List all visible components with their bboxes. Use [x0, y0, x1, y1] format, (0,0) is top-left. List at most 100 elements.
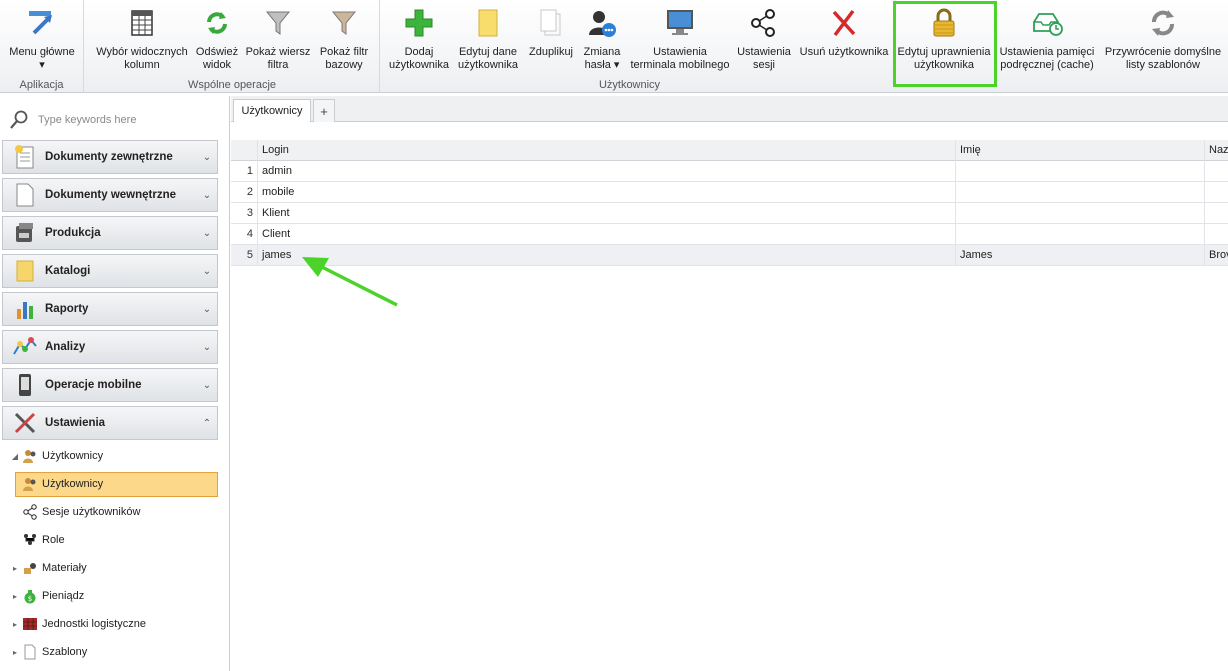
cell-nazwisko[interactable] [1205, 161, 1228, 182]
chevron-down-icon: ⌄ [202, 151, 212, 163]
panel-produkcja[interactable]: Produkcja ⌄ [2, 216, 218, 250]
ribbon-group-aplikacja: Menu główne ▾ Aplikacja [0, 0, 84, 93]
session-icon [22, 504, 38, 520]
panel-analizy[interactable]: Analizy ⌄ [2, 330, 218, 364]
row-number: 1 [231, 161, 258, 182]
chevron-down-icon: ⌄ [202, 265, 212, 277]
tree-item-jednostki-logistyczne[interactable]: ▸ Jednostki logistyczne [8, 612, 230, 636]
cell-nazwisko[interactable]: Brov [1205, 245, 1228, 266]
main-content: Użytkownicy + Login Imię Naz 1 admin 2 m… [231, 96, 1228, 671]
tree-item-szablony[interactable]: ▸ Szablony [8, 640, 230, 664]
external-documents-icon [11, 143, 39, 171]
session-settings-button[interactable]: Ustawienia sesji [735, 6, 793, 76]
cell-imie[interactable] [956, 224, 1205, 245]
row-number-header [231, 140, 258, 161]
restore-default-templates-button[interactable]: Przywrócenie domyślne listy szablonów [1101, 6, 1225, 76]
panel-raporty[interactable]: Raporty ⌄ [2, 292, 218, 326]
cache-settings-button[interactable]: Ustawienia pamięci podręcznej (cache) [999, 6, 1095, 76]
collapsed-arrow-icon: ▸ [12, 563, 17, 573]
column-header-login[interactable]: Login [258, 140, 956, 161]
duplicate-button[interactable]: Zduplikuj [526, 6, 576, 76]
panel-katalogi[interactable]: Katalogi ⌄ [2, 254, 218, 288]
column-header-imie[interactable]: Imię [956, 140, 1205, 161]
tree-item-uzytkownicy-group[interactable]: ◢ Użytkownicy [8, 444, 230, 468]
chevron-down-icon: ⌄ [202, 303, 212, 315]
cell-imie[interactable] [956, 161, 1205, 182]
cell-imie[interactable] [956, 203, 1205, 224]
session-icon [747, 6, 781, 40]
table-row[interactable]: 2 mobile [231, 182, 1228, 203]
column-chooser-button[interactable]: Wybór widocznych kolumn [91, 6, 193, 76]
cell-login[interactable]: Client [258, 224, 956, 245]
delete-user-button[interactable]: Usuń użytkownika [799, 6, 889, 76]
cell-imie[interactable]: James [956, 245, 1205, 266]
chevron-down-icon: ⌄ [202, 189, 212, 201]
tree-item-role[interactable]: Role [22, 528, 244, 552]
ribbon-toolbar: Menu główne ▾ Aplikacja Wybór widocznych… [0, 0, 1228, 93]
panel-ustawienia[interactable]: Ustawienia ⌃ [2, 406, 218, 440]
panel-dokumenty-wewnetrzne[interactable]: Dokumenty wewnętrzne ⌄ [2, 178, 218, 212]
column-header-nazwisko[interactable]: Naz [1205, 140, 1228, 161]
column-chooser-icon [125, 6, 159, 40]
templates-icon [22, 644, 38, 660]
panel-dokumenty-zewnetrzne[interactable]: Dokumenty zewnętrzne ⌄ [2, 140, 218, 174]
cell-login[interactable]: james [258, 245, 956, 266]
tree-item-pieniadz[interactable]: ▸ $ Pieniądz [8, 584, 230, 608]
refresh-button[interactable]: Odśwież widok [193, 6, 241, 76]
cell-login[interactable]: mobile [258, 182, 956, 203]
cell-nazwisko[interactable] [1205, 224, 1228, 245]
cell-login[interactable]: Klient [258, 203, 956, 224]
filter-row-button[interactable]: Pokaż wiersz filtra [243, 6, 313, 76]
table-row-selected[interactable]: 5 james James Brov [231, 245, 1228, 266]
cell-nazwisko[interactable] [1205, 182, 1228, 203]
reports-icon [11, 295, 39, 323]
tab-bar: Użytkownicy + [231, 96, 1228, 122]
edit-user-button[interactable]: Edytuj dane użytkownika [455, 6, 521, 76]
group-caption: Użytkownicy [598, 79, 661, 91]
duplicate-icon [534, 6, 568, 40]
table-row[interactable]: 4 Client [231, 224, 1228, 245]
chevron-down-icon: ⌄ [202, 227, 212, 239]
svg-text:$: $ [28, 595, 32, 603]
restore-icon [1146, 6, 1180, 40]
group-caption: Wspólne operacje [187, 79, 277, 91]
edit-icon [471, 6, 505, 40]
tree-item-sesje-uzytkownikow[interactable]: Sesje użytkowników [22, 500, 244, 524]
main-menu-button[interactable]: Menu główne ▾ [4, 6, 80, 76]
chevron-up-icon: ⌃ [202, 417, 212, 429]
materials-icon [22, 560, 38, 576]
base-filter-button[interactable]: Pokaż filtr bazowy [315, 6, 373, 76]
analysis-icon [11, 333, 39, 361]
collapsed-arrow-icon: ▸ [12, 647, 17, 657]
chevron-down-icon: ⌄ [202, 379, 212, 391]
add-icon [402, 6, 436, 40]
ribbon-group-wspolne-operacje: Wybór widocznych kolumn Odśwież widok Po… [85, 0, 380, 93]
change-password-button[interactable]: Zmiana hasła ▾ [579, 6, 625, 76]
table-row[interactable]: 3 Klient [231, 203, 1228, 224]
collapsed-arrow-icon: ▸ [12, 591, 17, 601]
main-menu-icon [25, 6, 59, 40]
cell-nazwisko[interactable] [1205, 203, 1228, 224]
change-password-icon [585, 6, 619, 40]
grid-header-row: Login Imię Naz [231, 140, 1228, 161]
internal-documents-icon [11, 181, 39, 209]
expanded-arrow-icon: ◢ [11, 451, 19, 461]
chevron-down-icon: ⌄ [202, 341, 212, 353]
row-number: 2 [231, 182, 258, 203]
mobile-operations-icon [11, 371, 39, 399]
sidebar-search[interactable]: Type keywords here [8, 108, 218, 132]
add-user-button[interactable]: Dodaj użytkownika [386, 6, 452, 76]
cell-imie[interactable] [956, 182, 1205, 203]
catalogs-icon [11, 257, 39, 285]
cell-login[interactable]: admin [258, 161, 956, 182]
edit-user-permissions-button[interactable]: Edytuj uprawnienia użytkownika [896, 6, 992, 76]
tree-item-materialy[interactable]: ▸ Materiały [8, 556, 230, 580]
ribbon-group-uzytkownicy: Dodaj użytkownika Edytuj dane użytkownik… [381, 0, 1228, 93]
panel-operacje-mobilne[interactable]: Operacje mobilne ⌄ [2, 368, 218, 402]
mobile-terminal-settings-button[interactable]: Ustawienia terminala mobilnego [629, 6, 731, 76]
add-tab-button[interactable]: + [313, 99, 335, 122]
tree-item-uzytkownicy[interactable]: Użytkownicy [22, 472, 244, 496]
table-row[interactable]: 1 admin [231, 161, 1228, 182]
roles-icon [22, 532, 38, 548]
tab-uzytkownicy[interactable]: Użytkownicy [233, 99, 311, 122]
